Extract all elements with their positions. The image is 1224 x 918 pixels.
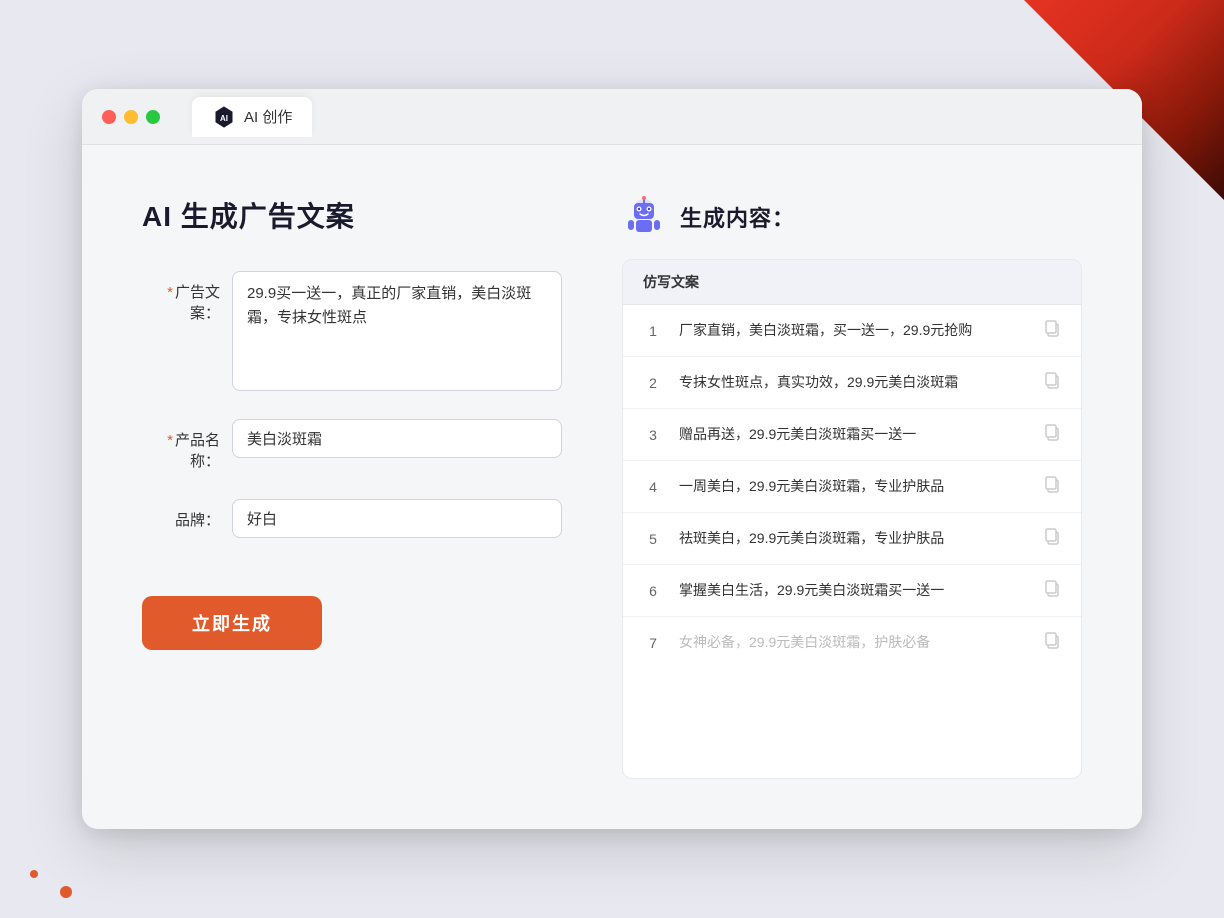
tab-label: AI 创作 xyxy=(244,106,292,127)
table-row: 4 一周美白，29.9元美白淡斑霜，专业护肤品 xyxy=(623,461,1081,513)
table-row: 6 掌握美白生活，29.9元美白淡斑霜买一送一 xyxy=(623,565,1081,617)
copy-button[interactable] xyxy=(1043,579,1061,602)
copy-button[interactable] xyxy=(1043,475,1061,498)
product-name-label: *产品名称： xyxy=(142,419,232,471)
product-name-input[interactable] xyxy=(232,419,562,458)
row-number: 1 xyxy=(643,323,663,339)
copy-button[interactable] xyxy=(1043,371,1061,394)
row-number: 7 xyxy=(643,635,663,651)
row-text: 专抹女性斑点，真实功效，29.9元美白淡斑霜 xyxy=(679,372,1027,393)
minimize-button[interactable] xyxy=(124,110,138,124)
results-body: 1 厂家直销，美白淡斑霜，买一送一，29.9元抢购 2 专抹女性斑点，真实功效，29… xyxy=(623,305,1081,668)
brand-label: 品牌： xyxy=(142,499,232,530)
table-row: 7 女神必备，29.9元美白淡斑霜，护肤必备 xyxy=(623,617,1081,668)
copy-button[interactable] xyxy=(1043,423,1061,446)
svg-text:AI: AI xyxy=(220,114,228,123)
left-panel: AI 生成广告文案 *广告文案： 29.9买一送一，真正的厂家直销，美白淡斑霜，… xyxy=(142,195,562,779)
row-number: 5 xyxy=(643,531,663,547)
bg-decoration-bottom-left xyxy=(0,838,120,918)
ad-copy-required: * xyxy=(167,284,173,301)
robot-icon xyxy=(622,195,666,239)
ai-tab[interactable]: AI AI 创作 xyxy=(192,97,312,137)
generate-button[interactable]: 立即生成 xyxy=(142,596,322,650)
window-controls xyxy=(102,110,160,124)
browser-window: AI AI 创作 AI 生成广告文案 *广告文案： 29.9买一送一，真正的厂家… xyxy=(82,89,1142,829)
row-number: 6 xyxy=(643,583,663,599)
right-panel: 生成内容： 仿写文案 1 厂家直销，美白淡斑霜，买一送一，29.9元抢购 2 专抹女… xyxy=(622,195,1082,779)
brand-group: 品牌： xyxy=(142,499,562,538)
table-row: 1 厂家直销，美白淡斑霜，买一送一，29.9元抢购 xyxy=(623,305,1081,357)
ad-copy-group: *广告文案： 29.9买一送一，真正的厂家直销，美白淡斑霜，专抹女性斑点 xyxy=(142,271,562,391)
column-header-label: 仿写文案 xyxy=(643,274,699,290)
product-name-group: *产品名称： xyxy=(142,419,562,471)
row-text: 掌握美白生活，29.9元美白淡斑霜买一送一 xyxy=(679,580,1027,601)
close-button[interactable] xyxy=(102,110,116,124)
title-bar: AI AI 创作 xyxy=(82,89,1142,145)
row-number: 3 xyxy=(643,427,663,443)
ai-tab-icon: AI xyxy=(212,105,236,129)
row-number: 4 xyxy=(643,479,663,495)
ad-copy-input[interactable]: 29.9买一送一，真正的厂家直销，美白淡斑霜，专抹女性斑点 xyxy=(232,271,562,391)
row-text: 赠品再送，29.9元美白淡斑霜买一送一 xyxy=(679,424,1027,445)
row-text: 一周美白，29.9元美白淡斑霜，专业护肤品 xyxy=(679,476,1027,497)
copy-button[interactable] xyxy=(1043,631,1061,654)
copy-button[interactable] xyxy=(1043,319,1061,342)
table-header: 仿写文案 xyxy=(623,260,1081,305)
copy-button[interactable] xyxy=(1043,527,1061,550)
table-row: 2 专抹女性斑点，真实功效，29.9元美白淡斑霜 xyxy=(623,357,1081,409)
product-name-required: * xyxy=(167,432,173,449)
row-text: 厂家直销，美白淡斑霜，买一送一，29.9元抢购 xyxy=(679,320,1027,341)
results-table: 仿写文案 1 厂家直销，美白淡斑霜，买一送一，29.9元抢购 2 专抹女性斑点，真实… xyxy=(622,259,1082,779)
result-header: 生成内容： xyxy=(622,195,1082,239)
row-text: 祛斑美白，29.9元美白淡斑霜，专业护肤品 xyxy=(679,528,1027,549)
row-text: 女神必备，29.9元美白淡斑霜，护肤必备 xyxy=(679,632,1027,653)
ad-copy-label: *广告文案： xyxy=(142,271,232,323)
maximize-button[interactable] xyxy=(146,110,160,124)
page-title: AI 生成广告文案 xyxy=(142,195,562,235)
row-number: 2 xyxy=(643,375,663,391)
table-row: 5 祛斑美白，29.9元美白淡斑霜，专业护肤品 xyxy=(623,513,1081,565)
main-content: AI 生成广告文案 *广告文案： 29.9买一送一，真正的厂家直销，美白淡斑霜，… xyxy=(82,145,1142,829)
table-row: 3 赠品再送，29.9元美白淡斑霜买一送一 xyxy=(623,409,1081,461)
result-title: 生成内容： xyxy=(680,201,795,233)
brand-input[interactable] xyxy=(232,499,562,538)
